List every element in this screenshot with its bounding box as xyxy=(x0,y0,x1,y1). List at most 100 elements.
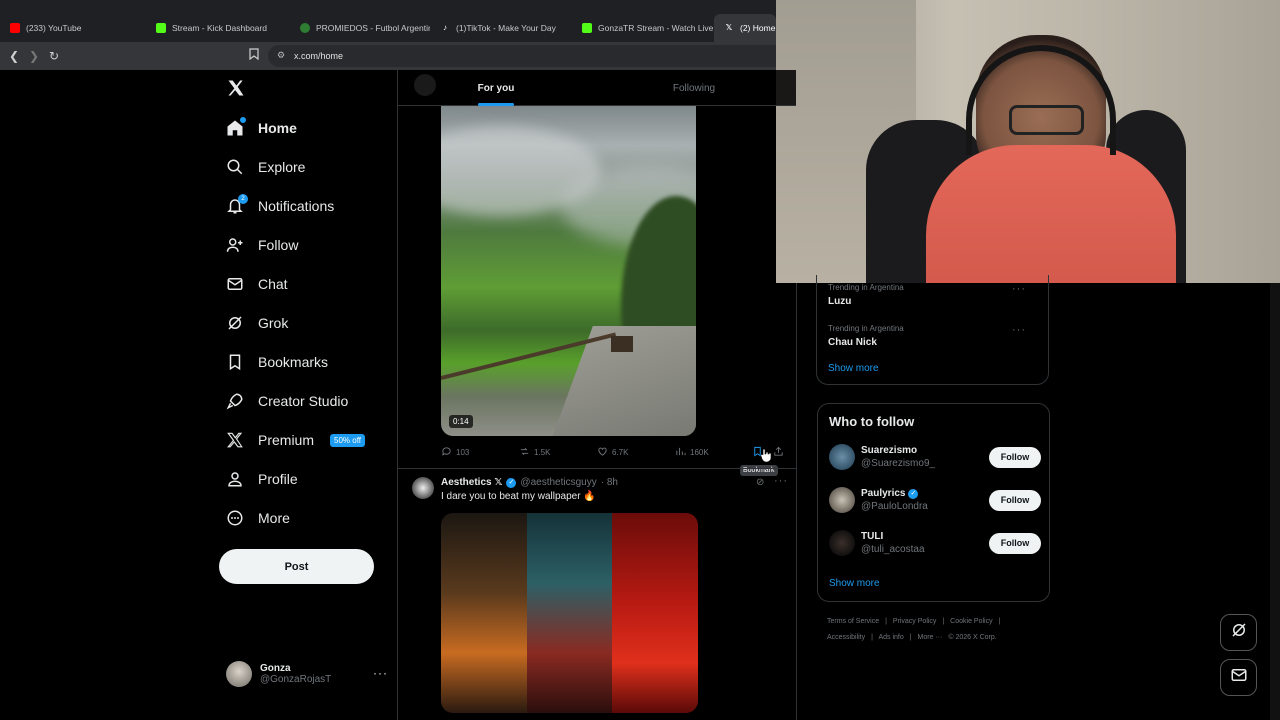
follow-button[interactable]: Follow xyxy=(989,446,1041,468)
url-field[interactable]: ⚙ x.com/home xyxy=(268,45,776,67)
avatar xyxy=(829,487,855,513)
rocket-icon xyxy=(226,392,244,410)
nav-grok[interactable]: Grok xyxy=(226,307,288,339)
post-button[interactable]: Post xyxy=(219,549,374,584)
nav-home[interactable]: Home xyxy=(226,112,297,144)
trend-context: Trending in Argentina xyxy=(828,283,904,292)
more-dots-icon[interactable]: ··· xyxy=(774,475,788,487)
analytics-icon xyxy=(675,446,686,459)
youtube-icon xyxy=(10,23,20,33)
follow-button[interactable]: Follow xyxy=(989,489,1041,511)
who-to-follow-title: Who to follow xyxy=(829,414,915,429)
nav-label: Creator Studio xyxy=(258,393,349,409)
tweet-video[interactable]: 0:14 xyxy=(441,106,696,436)
right-sidebar: Trending in Argentina Luzu ··· Trending … xyxy=(816,275,1051,720)
bookmark-star-icon[interactable] xyxy=(246,48,262,64)
nav-notifications[interactable]: 2 Notifications xyxy=(226,190,334,222)
browser-toolbar: ❮ ❯ ↻ ⚙ x.com/home xyxy=(0,42,776,70)
tab-label: Following xyxy=(672,82,716,94)
reply-count: 103 xyxy=(456,448,470,457)
nav-follow[interactable]: Follow xyxy=(226,229,298,261)
nav-bookmarks[interactable]: Bookmarks xyxy=(226,346,328,378)
grok-fab-button[interactable] xyxy=(1220,614,1257,651)
tweet-time[interactable]: · 8h xyxy=(601,477,618,488)
trend-item[interactable]: Trending in Argentina Luzu ··· xyxy=(828,283,1038,307)
avatar[interactable] xyxy=(414,74,436,96)
trend-item[interactable]: Trending in Argentina Chau Nick ··· xyxy=(828,324,1038,348)
image-panel xyxy=(526,513,613,713)
back-icon[interactable]: ❮ xyxy=(6,48,22,64)
user-handle: @tuli_acostaa xyxy=(861,544,925,555)
account-handle: @GonzaRojasT xyxy=(260,674,332,685)
reload-icon[interactable]: ↻ xyxy=(46,48,62,64)
tab-for-you[interactable]: For you xyxy=(446,70,546,106)
footer-separator: | xyxy=(909,634,912,641)
active-tab-indicator xyxy=(478,103,514,106)
author-handle[interactable]: @aestheticsguyy xyxy=(520,477,596,488)
author-name[interactable]: Aesthetics 𝕏 xyxy=(441,477,502,488)
nav-creator-studio[interactable]: Creator Studio xyxy=(226,385,348,417)
share-button[interactable] xyxy=(773,446,784,459)
reply-button[interactable]: 103 xyxy=(441,446,469,459)
more-dots-icon[interactable]: ··· xyxy=(373,666,388,680)
more-dots-icon[interactable]: ··· xyxy=(1012,324,1026,336)
nav-label: Explore xyxy=(258,159,306,175)
footer-separator: | xyxy=(998,618,1001,625)
like-button[interactable]: 6.7K xyxy=(597,446,628,459)
follow-button[interactable]: Follow xyxy=(989,532,1041,554)
more-dots-icon[interactable]: ··· xyxy=(1012,283,1026,295)
footer-link-privacy[interactable]: Privacy Policy xyxy=(893,618,937,625)
forward-icon[interactable]: ❯ xyxy=(26,48,42,64)
trend-context: Trending in Argentina xyxy=(828,324,904,333)
account-switcher[interactable]: Gonza @GonzaRojasT ··· xyxy=(226,658,392,690)
nav-chat[interactable]: Chat xyxy=(226,268,288,300)
footer-link-terms[interactable]: Terms of Service xyxy=(827,618,879,625)
follow-suggestion[interactable]: Suarezismo @Suarezismo9_ Follow xyxy=(829,442,1041,472)
kick-icon xyxy=(156,23,166,33)
user-name: TULI xyxy=(861,531,884,542)
footer-link-more[interactable]: More ··· xyxy=(918,634,943,641)
tab-following[interactable]: Following xyxy=(644,70,744,106)
browser-tab[interactable]: GonzaTR Stream - Watch Live o xyxy=(572,14,714,42)
avatar[interactable] xyxy=(412,477,434,499)
avatar xyxy=(829,530,855,556)
grok-icon[interactable]: ⊘ xyxy=(756,477,764,488)
url-text: x.com/home xyxy=(294,51,344,61)
repost-button[interactable]: 1.5K xyxy=(519,446,550,459)
nav-profile[interactable]: Profile xyxy=(226,463,298,495)
nav-more[interactable]: More xyxy=(226,502,290,534)
nav-label: Grok xyxy=(258,315,289,331)
follow-suggestion[interactable]: Paulyrics ✓ @PauloLondra Follow xyxy=(829,485,1041,515)
nav-premium[interactable]: Premium 50% off xyxy=(226,424,365,456)
tab-title: GonzaTR Stream - Watch Live o xyxy=(598,23,714,33)
tweet[interactable]: Aesthetics 𝕏 ✓ @aestheticsguyy · 8h ⊘ ··… xyxy=(398,468,796,720)
like-count: 6.7K xyxy=(612,448,629,457)
footer-separator: | xyxy=(871,634,873,641)
verified-badge-icon: ✓ xyxy=(908,488,919,499)
user-name: Paulyrics xyxy=(861,488,906,499)
tweet-image[interactable] xyxy=(441,513,698,713)
footer-link-cookie[interactable]: Cookie Policy xyxy=(950,618,992,625)
repost-icon xyxy=(519,446,530,459)
follow-show-more-link[interactable]: Show more xyxy=(829,578,880,589)
avatar xyxy=(226,661,252,687)
browser-tab[interactable]: PROMIEDOS - Futbol Argentino xyxy=(290,14,430,42)
scrollbar[interactable] xyxy=(1270,283,1280,720)
nav-explore[interactable]: Explore xyxy=(226,151,305,183)
follow-suggestion[interactable]: TULI @tuli_acostaa Follow xyxy=(829,528,1041,558)
trends-show-more-link[interactable]: Show more xyxy=(828,363,879,374)
nav-label: Notifications xyxy=(258,198,335,214)
person-icon xyxy=(226,470,244,488)
site-info-icon[interactable]: ⚙ xyxy=(277,50,285,61)
browser-tab[interactable]: ♪ (1)TikTok - Make Your Day xyxy=(430,14,572,42)
messages-fab-button[interactable] xyxy=(1220,659,1257,696)
footer-link-accessibility[interactable]: Accessibility xyxy=(827,634,865,641)
browser-tab-active[interactable]: 𝕏 (2) Home / xyxy=(714,14,776,42)
tab-title: PROMIEDOS - Futbol Argentino xyxy=(316,23,430,33)
footer-link-ads-info[interactable]: Ads info xyxy=(878,634,903,641)
browser-tab[interactable]: Stream - Kick Dashboard xyxy=(146,14,290,42)
x-logo-icon[interactable] xyxy=(226,78,246,103)
views-button[interactable]: 160K xyxy=(675,446,709,459)
browser-tab[interactable]: (233) YouTube xyxy=(0,14,146,42)
nav-label: Bookmarks xyxy=(258,354,329,370)
